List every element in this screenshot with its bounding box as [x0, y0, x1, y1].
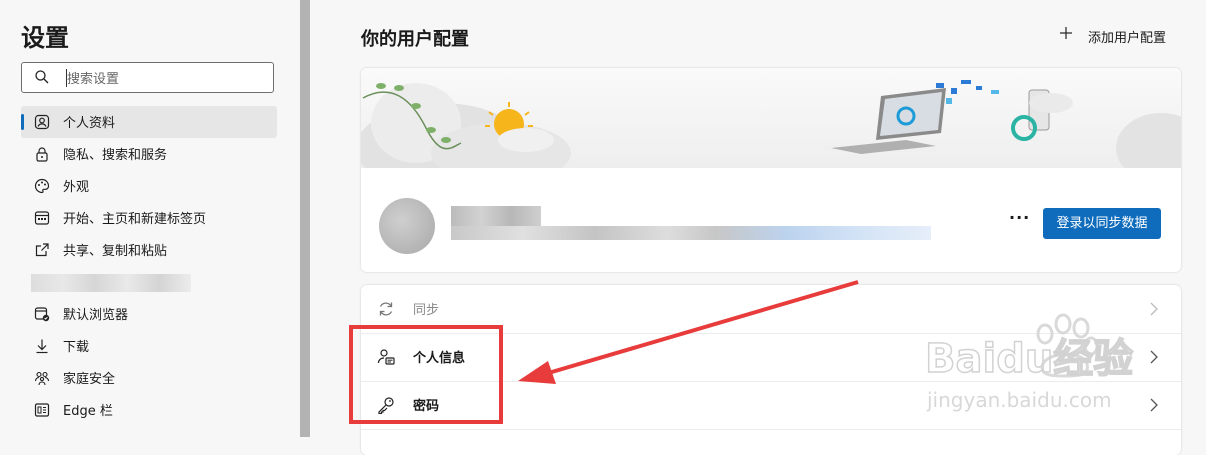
download-icon: [36, 339, 48, 354]
add-profile-label: 添加用户配置: [1088, 31, 1167, 46]
search-placeholder: 搜索设置: [67, 72, 120, 87]
sidebar-item-label: 共享、复制和粘贴: [63, 244, 168, 259]
plus-icon: [1060, 27, 1072, 39]
sidebar-item-label: 外观: [63, 180, 90, 195]
profile-banner: [361, 68, 1181, 168]
settings-row-label: 个人信息: [413, 351, 466, 366]
browser-icon: [34, 307, 50, 322]
family-icon: [34, 371, 50, 386]
settings-row-label: 同步: [413, 303, 440, 318]
sidebar-item-default-browser[interactable]: 默认浏览器: [21, 298, 277, 330]
profile-card: ··· 登录以同步数据: [361, 68, 1181, 272]
sidebar-item-label: 家庭安全: [63, 372, 116, 387]
share-icon: [35, 243, 49, 257]
sidebar-item-privacy[interactable]: 隐私、搜索和服务: [21, 138, 277, 170]
banner-illustration: [361, 80, 1181, 168]
sidebar-item-appearance[interactable]: 外观: [21, 170, 277, 202]
sync-icon: [379, 302, 393, 316]
sign-in-sync-button[interactable]: 登录以同步数据: [1043, 208, 1161, 239]
edge-bar-icon: [34, 403, 50, 417]
sidebar-item-label: 个人资料: [63, 116, 116, 131]
start-page-icon: [34, 211, 50, 225]
settings-row-passwords[interactable]: 密码: [361, 381, 1181, 430]
profile-icon: [34, 114, 50, 130]
settings-row-personal-info[interactable]: 个人信息: [361, 333, 1181, 382]
sidebar-divider[interactable]: [300, 0, 310, 437]
sidebar-title: 设置: [21, 24, 69, 52]
sidebar-item-label: Edge 栏: [63, 404, 113, 419]
lock-icon: [36, 147, 48, 162]
chevron-right-icon: [1150, 350, 1158, 364]
sidebar-item-family-safety[interactable]: 家庭安全: [21, 362, 277, 394]
sidebar-item-edge-bar[interactable]: Edge 栏: [21, 394, 277, 426]
search-input[interactable]: 搜索设置: [21, 62, 274, 93]
settings-row-sync[interactable]: 同步: [361, 285, 1181, 334]
sidebar-item-label: 开始、主页和新建标签页: [63, 212, 207, 227]
sidebar-item-downloads[interactable]: 下载: [21, 330, 277, 362]
active-indicator: [21, 114, 24, 130]
sidebar-nav: 个人资料 隐私、搜索和服务 外观 开始、主页和新建标签页 共享、复制和粘贴 默认…: [21, 106, 277, 426]
personal-info-icon: [377, 349, 395, 365]
redacted-user-name: [451, 206, 541, 228]
more-options-button[interactable]: ···: [1009, 208, 1030, 227]
sidebar-item-share[interactable]: 共享、复制和粘贴: [21, 234, 277, 266]
profile-settings-list: 同步 个人信息 密码: [361, 285, 1181, 455]
palette-icon: [34, 178, 50, 194]
sidebar-item-profile[interactable]: 个人资料: [21, 106, 277, 138]
redacted-item: [31, 274, 191, 292]
sidebar-item-start-page[interactable]: 开始、主页和新建标签页: [21, 202, 277, 234]
settings-row-label: 密码: [413, 399, 440, 414]
settings-sidebar: 设置 搜索设置 个人资料 隐私、搜索和服务 外观 开始、主页和新建标签页 共享、…: [0, 0, 300, 437]
redacted-user-email: [451, 226, 931, 240]
chevron-right-icon: [1150, 398, 1158, 412]
search-icon: [35, 70, 49, 84]
sidebar-item-redacted[interactable]: [21, 266, 277, 298]
chevron-right-icon: [1150, 302, 1158, 316]
avatar: [379, 198, 435, 254]
key-icon: [378, 397, 394, 414]
sidebar-item-label: 默认浏览器: [63, 308, 129, 323]
sidebar-item-label: 隐私、搜索和服务: [63, 148, 168, 163]
sidebar-item-label: 下载: [63, 340, 90, 355]
page-title: 你的用户配置: [361, 29, 469, 50]
